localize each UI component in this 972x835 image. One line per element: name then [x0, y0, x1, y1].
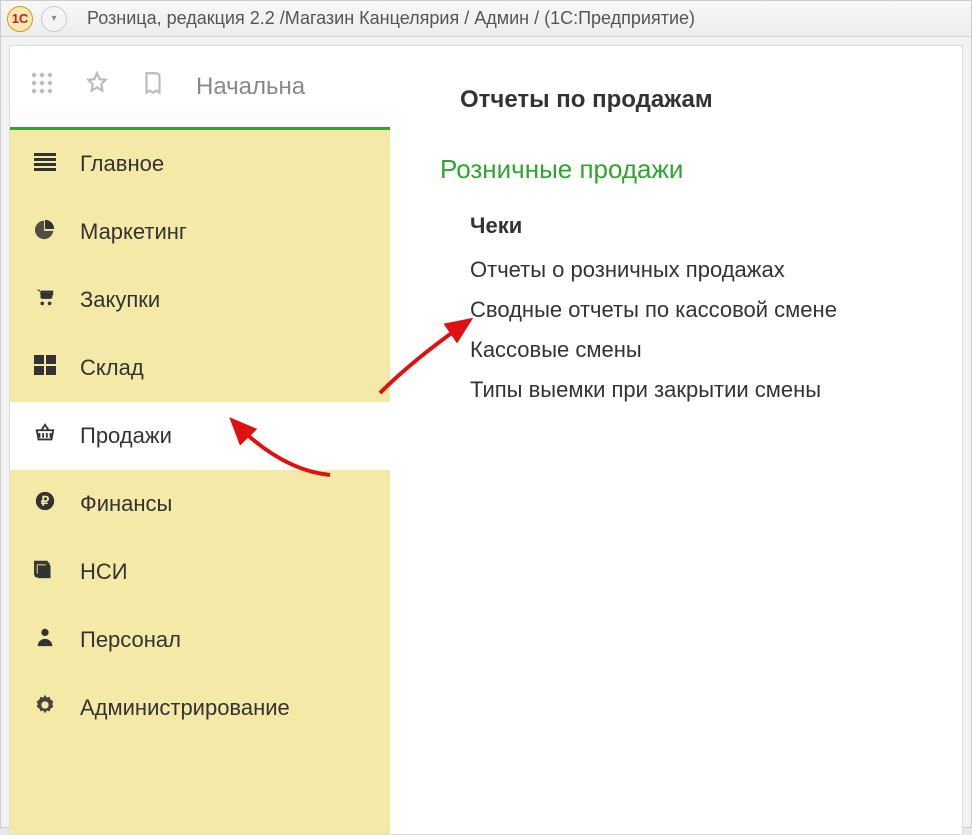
panel-links: Чеки Отчеты о розничных продажах Сводные… — [470, 213, 912, 403]
sidebar-item-personnel[interactable]: Персонал — [10, 606, 390, 674]
stack-icon — [32, 558, 58, 586]
sidebar-item-finance[interactable]: ₽ Финансы — [10, 470, 390, 538]
sidebar-item-label: Маркетинг — [80, 219, 187, 245]
cart-icon — [32, 286, 58, 314]
sidebar-item-admin[interactable]: Администрирование — [10, 674, 390, 742]
section-title: Розничные продажи — [440, 154, 912, 185]
dropdown-icon[interactable]: ▾ — [41, 6, 67, 32]
sidebar-item-label: Администрирование — [80, 695, 290, 721]
sidebar-item-label: Персонал — [80, 627, 181, 653]
content-area: Начальна Главное Маркетинг — [9, 45, 963, 835]
sidebar-item-marketing[interactable]: Маркетинг — [10, 198, 390, 266]
sidebar-item-label: Продажи — [80, 423, 172, 449]
submenu-panel: Отчеты по продажам Розничные продажи Чек… — [390, 46, 962, 834]
sidebar-item-warehouse[interactable]: Склад — [10, 334, 390, 402]
pie-chart-icon — [32, 218, 58, 246]
sidebar-item-label: Склад — [80, 355, 144, 381]
link-withdrawal-types[interactable]: Типы выемки при закрытии смены — [470, 377, 912, 403]
link-receipts[interactable]: Чеки — [470, 213, 912, 239]
ruble-icon: ₽ — [32, 490, 58, 518]
titlebar: 1С ▾ Розница, редакция 2.2 /Магазин Канц… — [1, 1, 971, 37]
sections-grid-icon[interactable] — [30, 71, 54, 102]
reports-heading[interactable]: Отчеты по продажам — [460, 86, 912, 114]
sidebar-item-label: НСИ — [80, 559, 128, 585]
person-icon — [32, 626, 58, 654]
history-icon[interactable] — [140, 70, 166, 103]
sidebar-item-purchases[interactable]: Закупки — [10, 266, 390, 334]
sidebar-item-label: Закупки — [80, 287, 160, 313]
sidebar-item-label: Финансы — [80, 491, 172, 517]
sidebar-item-main[interactable]: Главное — [10, 130, 390, 198]
basket-icon — [32, 422, 58, 450]
annotation-arrow-icon — [375, 308, 485, 398]
tiles-icon — [32, 355, 58, 381]
sidebar: Главное Маркетинг Закупки Склад — [10, 130, 390, 834]
top-toolbar: Начальна — [10, 46, 390, 130]
left-column: Начальна Главное Маркетинг — [10, 46, 390, 834]
svg-text:₽: ₽ — [41, 494, 50, 509]
link-cash-shifts[interactable]: Кассовые смены — [470, 337, 912, 363]
link-shift-summary[interactable]: Сводные отчеты по кассовой смене — [470, 297, 912, 323]
hamburger-icon — [32, 151, 58, 177]
window-title: Розница, редакция 2.2 /Магазин Канцеляри… — [87, 8, 695, 29]
app-logo-icon[interactable]: 1С — [7, 6, 33, 32]
app-window: 1С ▾ Розница, редакция 2.2 /Магазин Канц… — [0, 0, 972, 828]
annotation-arrow-icon — [220, 410, 340, 480]
gear-icon — [32, 694, 58, 722]
tab-start[interactable]: Начальна — [196, 73, 305, 101]
sidebar-item-nsi[interactable]: НСИ — [10, 538, 390, 606]
sidebar-item-sales[interactable]: Продажи — [10, 402, 390, 470]
sidebar-item-label: Главное — [80, 151, 164, 177]
favorites-star-icon[interactable] — [84, 70, 110, 103]
link-retail-reports[interactable]: Отчеты о розничных продажах — [470, 257, 912, 283]
